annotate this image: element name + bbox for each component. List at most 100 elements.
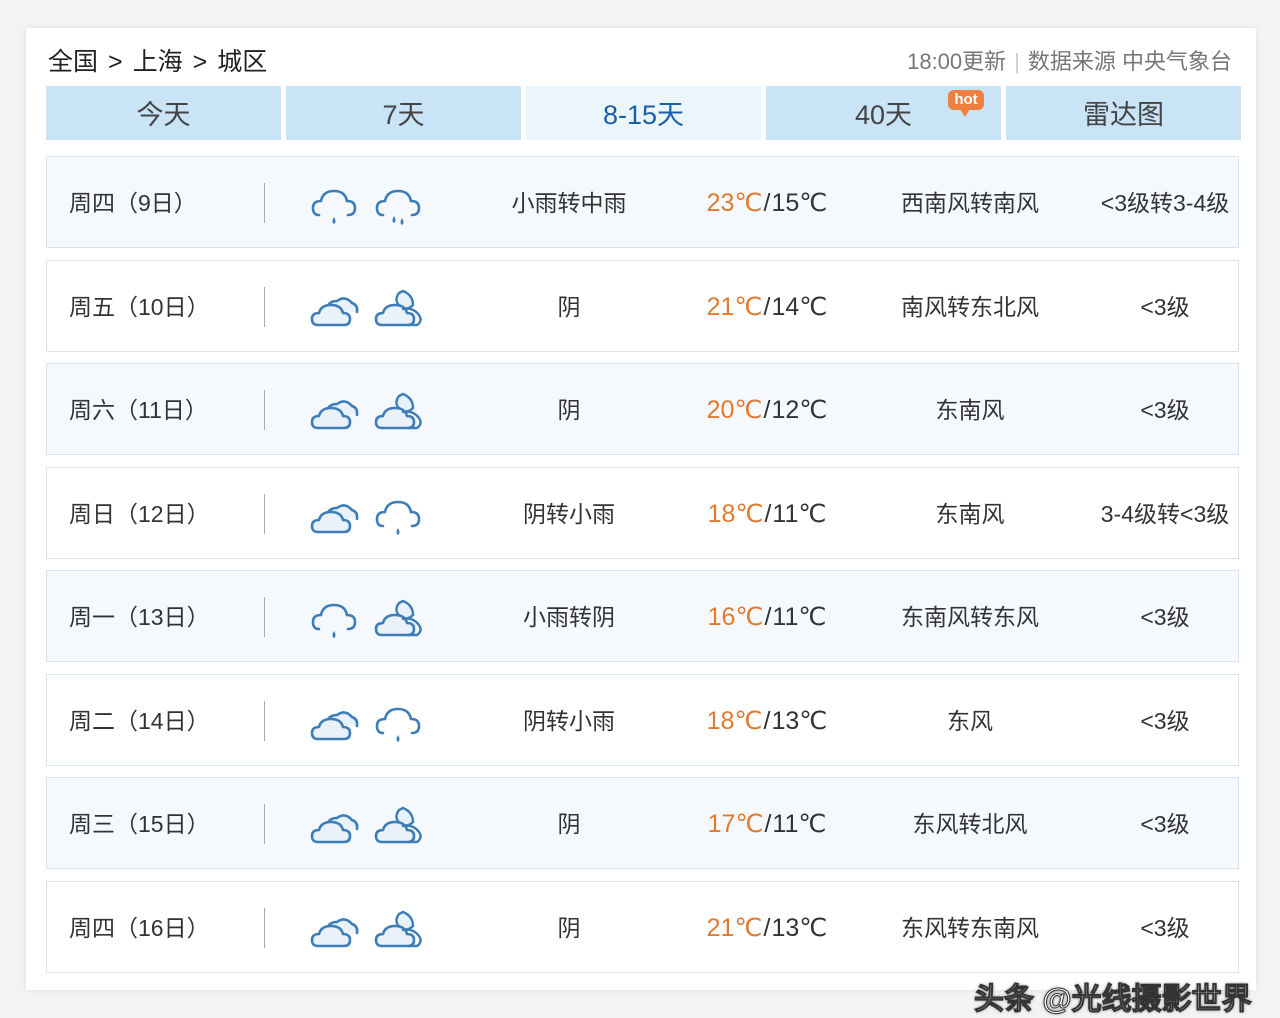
temp-separator: /	[764, 499, 772, 528]
tab-40-days-label: 40天	[854, 100, 913, 130]
breadcrumb-city[interactable]: 上海	[133, 48, 183, 76]
hot-badge: hot	[948, 90, 984, 117]
wind-direction: 东风转北风	[912, 811, 1028, 837]
forecast-date: 周三（15日）	[69, 811, 210, 837]
partly-cloudy-night-icon	[374, 910, 422, 947]
watermark: 头条 @光线摄影世界	[974, 983, 1253, 1017]
overcast-icon	[310, 400, 359, 430]
row-divider	[264, 183, 265, 223]
forecast-row: 周四（9日） 小雨转中雨 23℃/15℃ 西南风转南风 <3级转3-4级	[46, 156, 1239, 248]
high-temperature: 21℃	[706, 292, 763, 321]
temp-separator: /	[763, 913, 771, 942]
weather-icons	[309, 490, 437, 540]
tab-today[interactable]: 今天	[46, 86, 281, 140]
temp-separator: /	[763, 396, 771, 424]
forecast-date: 周六（11日）	[69, 397, 208, 423]
wind-level: <3级	[1140, 914, 1190, 941]
wind-direction: 东南风	[935, 500, 1005, 527]
temp-separator: /	[764, 810, 772, 838]
tab-40-days[interactable]: 40天 hot	[766, 86, 1001, 140]
temp-separator: /	[763, 706, 771, 735]
forecast-row: 周三（15日） 阴 17℃/11℃ 东风转北风 <3级	[46, 777, 1239, 869]
forecast-date: 周二（14日）	[69, 707, 210, 734]
high-temperature: 17℃	[707, 810, 764, 838]
row-divider	[264, 493, 265, 534]
low-temperature: 11℃	[772, 810, 827, 838]
tab-8-15-days[interactable]: 8-15天	[526, 86, 761, 140]
weather-icons	[309, 283, 437, 333]
wind-level: <3级	[1140, 811, 1190, 837]
high-temperature: 18℃	[707, 499, 764, 528]
breadcrumb: 全国 > 上海 > 城区	[48, 44, 267, 80]
weather-description: 阴转小雨	[523, 707, 615, 734]
light-rain-icon	[311, 603, 357, 638]
high-temperature: 18℃	[706, 706, 763, 735]
partly-cloudy-night-icon	[374, 806, 422, 844]
temp-separator: /	[764, 603, 772, 631]
weather-icons	[309, 800, 437, 850]
weather-icons	[309, 179, 437, 229]
wind-direction: 东南风	[935, 397, 1005, 423]
row-divider	[264, 907, 265, 948]
forecast-date: 周日（12日）	[69, 500, 210, 527]
data-source-info: 18:00更新 | 数据来源 中央气象台	[907, 44, 1232, 80]
wind-direction: 南风转东北风	[901, 293, 1039, 320]
overcast-icon	[310, 503, 359, 533]
temperature-range: 17℃/11℃	[687, 778, 847, 868]
row-divider	[264, 286, 265, 327]
wind-level: <3级	[1140, 293, 1190, 320]
overcast-icon	[310, 296, 359, 326]
forecast-tabs: 今天 7天 8-15天 40天 hot 雷达图	[46, 86, 1241, 140]
high-temperature: 20℃	[706, 396, 763, 424]
temp-separator: /	[763, 189, 771, 217]
tab-7-days[interactable]: 7天	[286, 86, 521, 140]
low-temperature: 11℃	[772, 603, 827, 631]
partly-cloudy-night-icon	[374, 392, 422, 430]
overcast-icon	[310, 814, 359, 844]
temp-separator: /	[763, 292, 771, 321]
temperature-range: 23℃/15℃	[687, 157, 847, 247]
forecast-date: 周五（10日）	[69, 293, 210, 320]
light-rain-icon	[311, 189, 357, 224]
tab-radar[interactable]: 雷达图	[1006, 86, 1241, 140]
wind-level: <3级转3-4级	[1100, 190, 1230, 216]
row-divider	[264, 700, 265, 741]
top-bar: 全国 > 上海 > 城区 18:00更新 | 数据来源 中央气象台	[48, 44, 1232, 80]
wind-level: <3级	[1140, 604, 1190, 630]
forecast-date: 周四（16日）	[69, 914, 210, 941]
overcast-icon	[310, 917, 359, 947]
weather-icons	[309, 697, 437, 747]
wind-level: <3级	[1140, 707, 1190, 734]
overcast-icon	[310, 710, 359, 740]
breadcrumb-separator: >	[108, 48, 123, 76]
low-temperature: 13℃	[771, 706, 828, 735]
weather-description: 阴	[557, 811, 581, 837]
low-temperature: 11℃	[772, 499, 827, 528]
source-divider: |	[1014, 49, 1020, 74]
wind-level: <3级	[1140, 397, 1190, 423]
breadcrumb-country[interactable]: 全国	[48, 48, 98, 76]
weather-card: 全国 > 上海 > 城区 18:00更新 | 数据来源 中央气象台 今天 7天 8-15天 …	[26, 28, 1256, 1017]
low-temperature: 12℃	[771, 396, 828, 424]
temperature-range: 21℃/13℃	[687, 882, 847, 972]
weather-description: 小雨转中雨	[511, 190, 627, 216]
forecast-row: 周五（10日） 阴 21℃/14℃ 南风转东北风 <3级	[46, 259, 1239, 352]
forecast-row: 周二（14日） 阴转小雨 18℃/13℃ 东风 <3级	[46, 673, 1239, 766]
weather-description: 小雨转阴	[523, 604, 615, 630]
temperature-range: 20℃/12℃	[687, 364, 847, 454]
partly-cloudy-night-icon	[374, 289, 422, 326]
partly-cloudy-night-icon	[374, 599, 422, 637]
data-source-label: 数据来源 中央气象台	[1027, 49, 1232, 74]
light-rain-icon	[375, 500, 421, 535]
row-divider	[264, 804, 265, 844]
low-temperature: 15℃	[771, 189, 828, 217]
wind-level: 3-4级转<3级	[1100, 500, 1230, 527]
temperature-range: 18℃/13℃	[687, 675, 847, 765]
breadcrumb-separator: >	[192, 48, 208, 76]
forecast-row: 周日（12日） 阴转小雨 18℃/11℃ 东南风 3-4级转<3级	[46, 466, 1239, 559]
weather-description: 阴	[557, 914, 581, 941]
temperature-range: 16℃/11℃	[687, 571, 847, 661]
forecast-date: 周四（9日）	[69, 190, 197, 216]
low-temperature: 13℃	[771, 913, 828, 942]
weather-description: 阴转小雨	[523, 500, 615, 527]
